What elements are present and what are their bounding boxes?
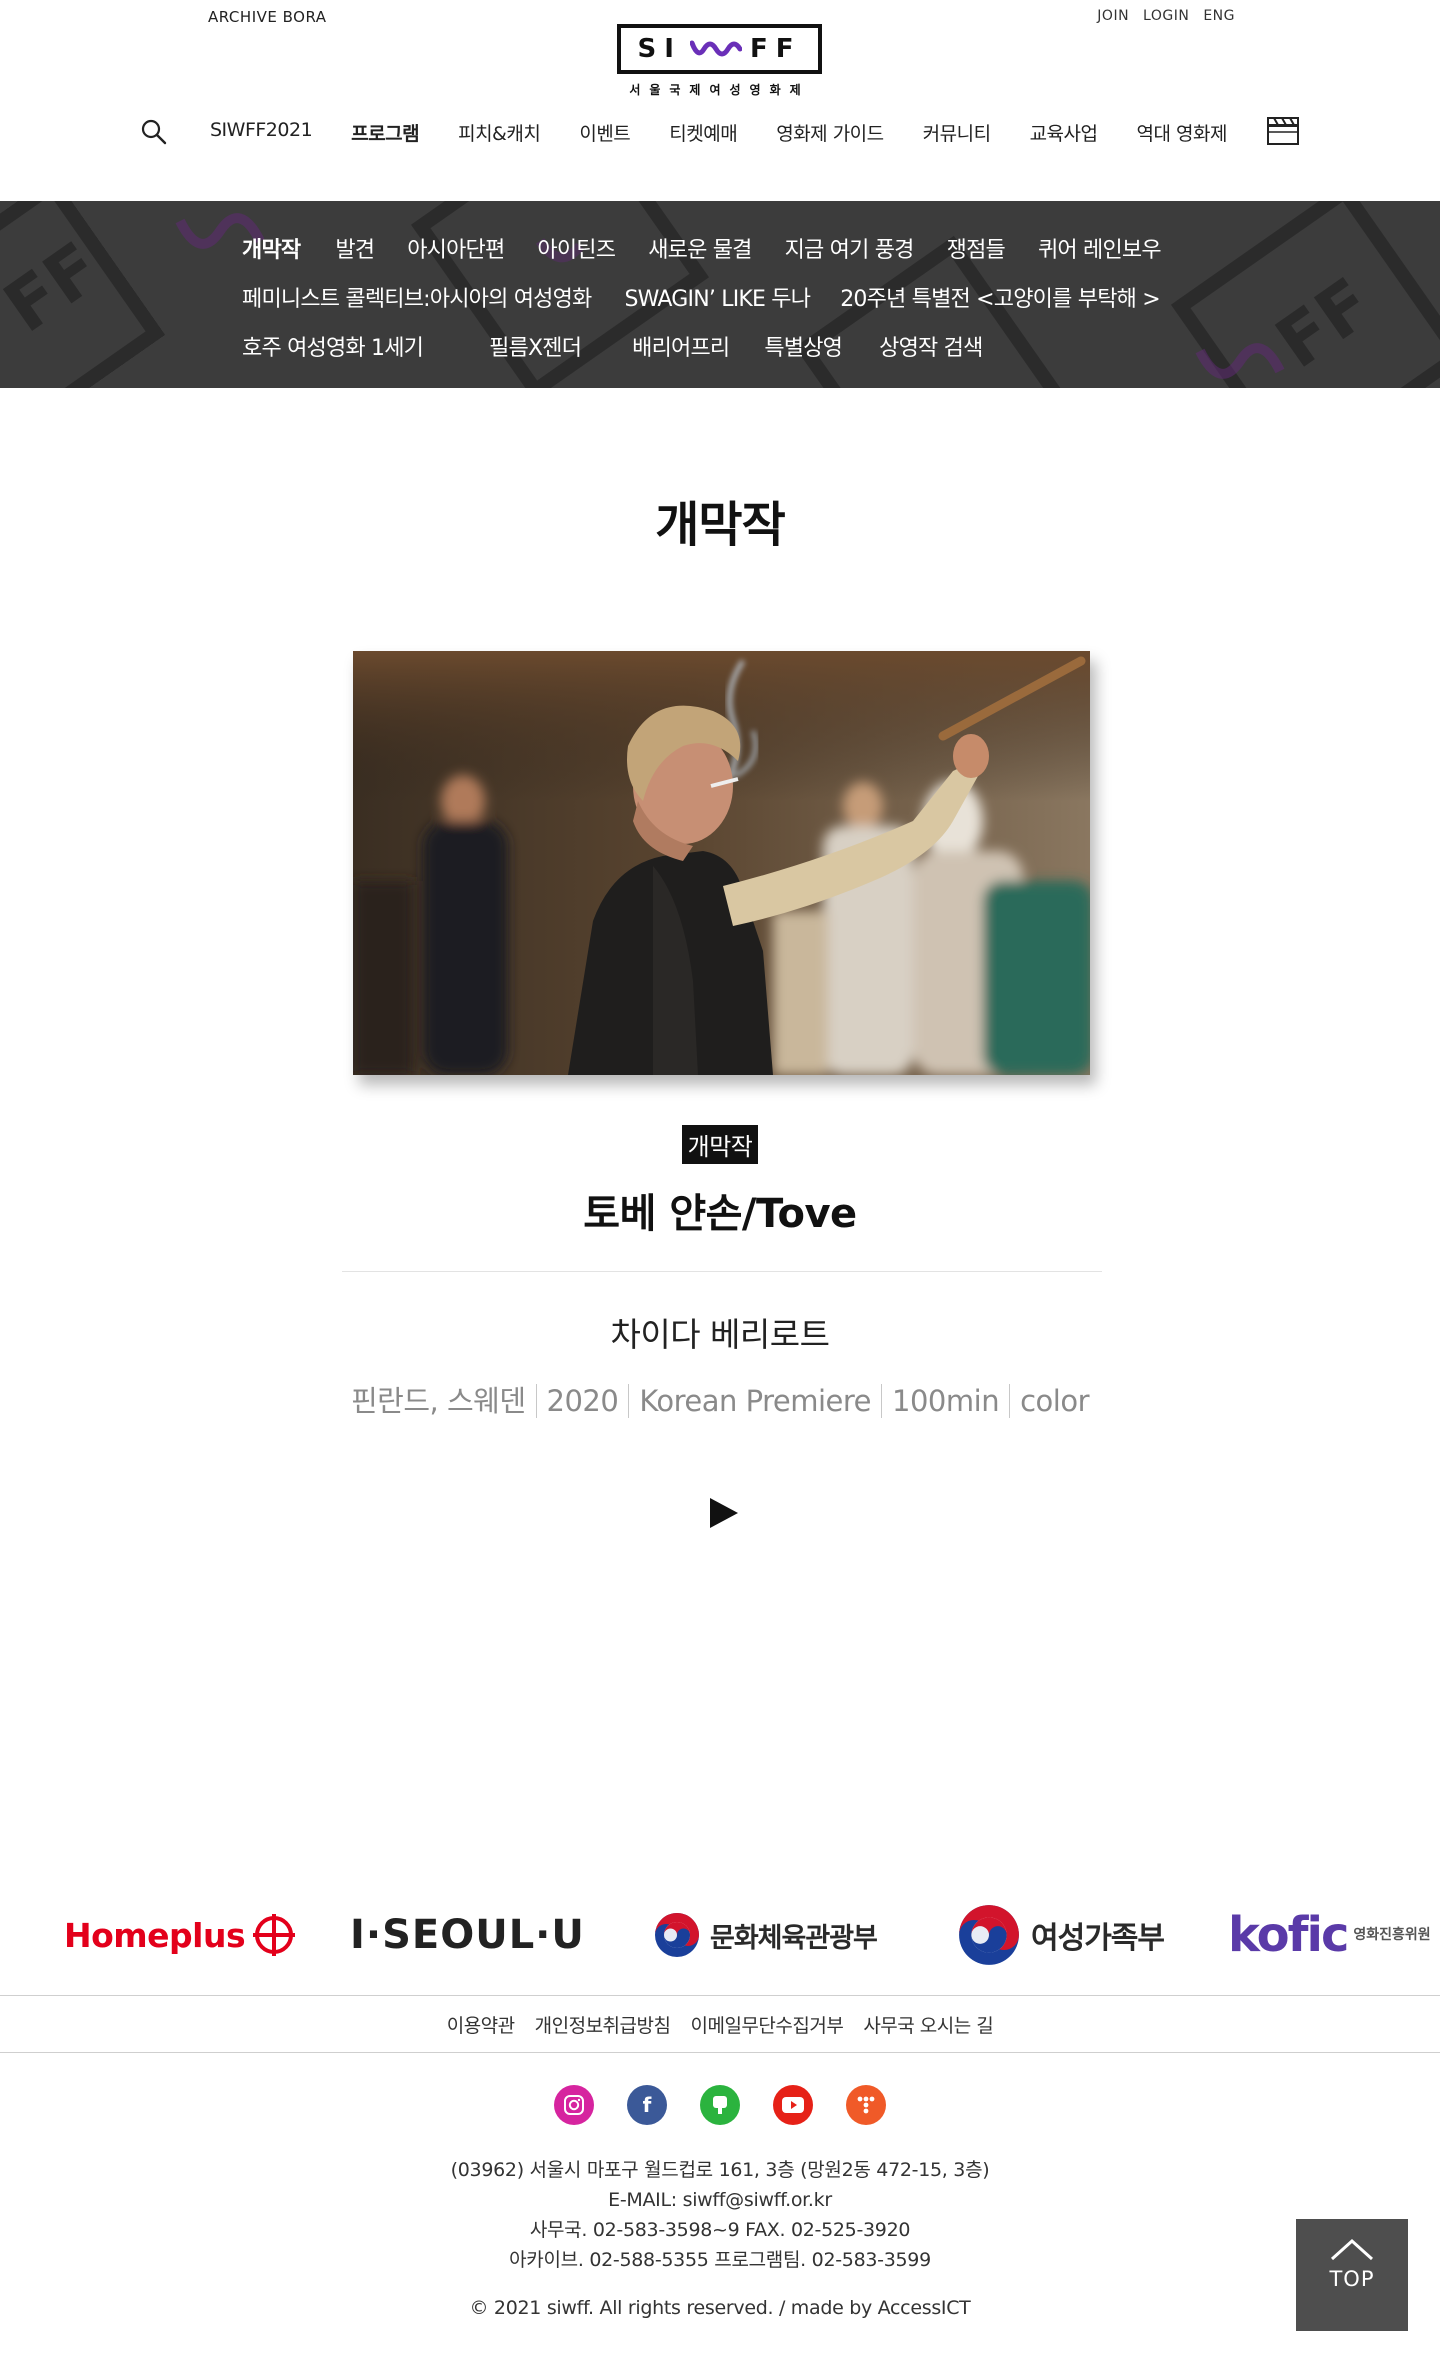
terms-link[interactable]: 이용약관 xyxy=(447,2011,515,2038)
subnav-opening-film[interactable]: 개막작 xyxy=(242,232,301,264)
email-refusal-link[interactable]: 이메일무단수집거부 xyxy=(690,2011,843,2038)
scroll-top-button[interactable]: TOP xyxy=(1296,2219,1408,2331)
subnav-row-2: 페미니스트 콜렉티브:아시아의 여성영화 SWAGIN’ LIKE 두나 20주… xyxy=(242,281,1161,313)
subnav-film-x-gender[interactable]: 필름X젠더 xyxy=(489,330,582,362)
instagram-icon[interactable] xyxy=(554,2085,594,2125)
search-icon[interactable] xyxy=(140,118,180,146)
clapperboard-icon[interactable] xyxy=(1266,114,1300,150)
subnav-special-screening[interactable]: 특별상영 xyxy=(764,330,843,362)
mogef-logo-text: 여성가족부 xyxy=(1031,1921,1165,1956)
tistory-icon[interactable] xyxy=(846,2085,886,2125)
gnb-past-festivals[interactable]: 역대 영화제 xyxy=(1136,119,1227,146)
logo-subtitle: 서울국제여성영화제 xyxy=(629,83,810,97)
sponsor-mogef[interactable]: 여성가족부 xyxy=(955,1890,1165,1980)
archive-bora-link[interactable]: ARCHIVE BORA xyxy=(208,8,327,26)
chevron-up-icon xyxy=(1330,2238,1374,2261)
logo-wave-icon xyxy=(689,40,742,57)
subnav-queer-rainbow[interactable]: 퀴어 레인보우 xyxy=(1038,232,1162,264)
login-link[interactable]: LOGIN xyxy=(1143,8,1189,24)
subnav-feminist-collective[interactable]: 페미니스트 콜렉티브:아시아의 여성영화 xyxy=(242,281,592,313)
address-line: (03962) 서울시 마포구 월드컵로 161, 3층 (망원2동 472-1… xyxy=(450,2159,990,2181)
taegeuk-icon xyxy=(959,1905,1019,1965)
subnav-here-now[interactable]: 지금 여기 풍경 xyxy=(785,232,915,264)
sponsor-mcst[interactable]: 문화체육관광부 xyxy=(652,1890,878,1980)
subnav-new-wave[interactable]: 새로운 물결 xyxy=(648,232,752,264)
section-badge-wrap: 개막작 xyxy=(0,1125,1440,1164)
utility-links: JOIN LOGIN ENG xyxy=(1097,8,1235,24)
gnb-event[interactable]: 이벤트 xyxy=(579,119,630,146)
section-badge: 개막작 xyxy=(681,1125,759,1164)
youtube-icon[interactable] xyxy=(773,2085,813,2125)
meta-premiere: Korean Premiere xyxy=(628,1384,881,1418)
page-title: 개막작 xyxy=(655,497,785,553)
subnav-film-search[interactable]: 상영작 검색 xyxy=(879,330,983,362)
play-trailer-button[interactable] xyxy=(707,1496,741,1530)
kofic-logo-text: kofic xyxy=(1228,1907,1349,1963)
eng-link[interactable]: ENG xyxy=(1203,8,1235,24)
meta-year: 2020 xyxy=(535,1384,629,1418)
taegeuk-icon xyxy=(655,1913,699,1957)
sponsor-logos: Homeplus I·SEOUL·U 문화체육관광부 여성가족부 kofic 영… xyxy=(0,1890,1440,1990)
film-title: 토베 얀손/Tove xyxy=(583,1191,857,1237)
film-meta: 핀란드, 스웨덴 2020 Korean Premiere 100min col… xyxy=(0,1384,1440,1418)
logo-text-right: FF xyxy=(749,34,802,64)
play-icon xyxy=(710,1498,738,1528)
meta-color: color xyxy=(1009,1384,1099,1418)
copyright: © 2021 siwff. All rights reserved. / mad… xyxy=(469,2297,971,2319)
subnav-i-teens[interactable]: 아이틴즈 xyxy=(537,232,616,264)
homeplus-logo-text: Homeplus xyxy=(64,1915,246,1955)
social-links: f xyxy=(0,2085,1440,2125)
mcst-logo-text: 문화체육관광부 xyxy=(710,1922,878,1954)
naver-blog-icon[interactable] xyxy=(700,2085,740,2125)
gnb-pitch-catch[interactable]: 피치&캐치 xyxy=(458,119,541,146)
office-phone-line: 사무국. 02-583-3598~9 FAX. 02-525-3920 xyxy=(529,2219,911,2241)
subnav-row-1: 개막작 발견 아시아단편 아이틴즈 새로운 물결 지금 여기 풍경 쟁점들 퀴어… xyxy=(242,232,1162,264)
subnav-swagin-like-doona[interactable]: SWAGIN’ LIKE 두나 xyxy=(624,281,811,313)
siwff-logo[interactable]: SI FF 서울국제여성영화제 xyxy=(617,24,822,102)
top-label: TOP xyxy=(1329,2267,1375,2291)
subnav-row-3: 호주 여성영화 1세기 필름X젠더 배리어프리 특별상영 상영작 검색 xyxy=(242,330,983,362)
gnb-program[interactable]: 프로그램 xyxy=(351,119,419,146)
sponsor-i-seoul-u[interactable]: I·SEOUL·U xyxy=(350,1890,585,1980)
gnb-education[interactable]: 교육사업 xyxy=(1030,119,1098,146)
homeplus-emblem-icon xyxy=(253,1914,296,1956)
footer-address: (03962) 서울시 마포구 월드컵로 161, 3층 (망원2동 472-1… xyxy=(0,2155,1440,2275)
seoul-logo-text: I·SEOUL·U xyxy=(350,1912,585,1958)
film-still-image xyxy=(353,651,1090,1075)
meta-country: 핀란드, 스웨덴 xyxy=(350,1384,526,1418)
kofic-logo-subtext: 영화진흥위원 xyxy=(1353,1927,1431,1943)
subnav-barrier-free[interactable]: 배리어프리 xyxy=(632,330,730,362)
meta-runtime: 100min xyxy=(881,1384,1009,1418)
gnb-ticket[interactable]: 티켓예매 xyxy=(669,119,737,146)
privacy-link[interactable]: 개인정보취급방침 xyxy=(535,2011,671,2038)
join-link[interactable]: JOIN xyxy=(1097,8,1129,24)
site-header: ARCHIVE BORA JOIN LOGIN ENG SI FF 서울국제여성… xyxy=(0,0,1440,200)
director-name: 차이다 베리로트 xyxy=(610,1315,830,1354)
program-subnav: FF FF 개막작 발견 아시아단편 아이틴즈 새로운 물결 지금 여기 풍경 … xyxy=(0,201,1440,388)
gnb-community[interactable]: 커뮤니티 xyxy=(923,119,991,146)
gnb-guide[interactable]: 영화제 가이드 xyxy=(776,119,884,146)
archive-phone-line: 아카이브. 02-588-5355 프로그램팀. 02-583-3599 xyxy=(509,2249,931,2271)
sponsor-homeplus[interactable]: Homeplus xyxy=(64,1890,297,1980)
footer-links: 이용약관 개인정보취급방침 이메일무단수집거부 사무국 오시는 길 xyxy=(0,1995,1440,2053)
subnav-australian-women-film[interactable]: 호주 여성영화 1세기 xyxy=(242,330,424,362)
sponsor-kofic[interactable]: kofic 영화진흥위원 xyxy=(1228,1890,1431,1980)
subnav-asian-shorts[interactable]: 아시아단편 xyxy=(407,232,505,264)
gnb-siwff2021[interactable]: SIWFF2021 xyxy=(210,119,313,146)
logo-text-left: SI xyxy=(637,34,682,64)
subnav-discovery[interactable]: 발견 xyxy=(335,232,375,264)
email-line: E-MAIL: siwff@siwff.or.kr xyxy=(608,2189,832,2211)
directions-link[interactable]: 사무국 오시는 길 xyxy=(863,2011,993,2038)
title-divider xyxy=(342,1271,1102,1272)
facebook-icon[interactable]: f xyxy=(627,2085,667,2125)
subnav-issues[interactable]: 쟁점들 xyxy=(947,232,1006,264)
main-navigation: SIWFF2021 프로그램 피치&캐치 이벤트 티켓예매 영화제 가이드 커뮤… xyxy=(140,112,1300,152)
subnav-20th-special[interactable]: 20주년 특별전 <고양이를 부탁해 > xyxy=(840,281,1161,313)
